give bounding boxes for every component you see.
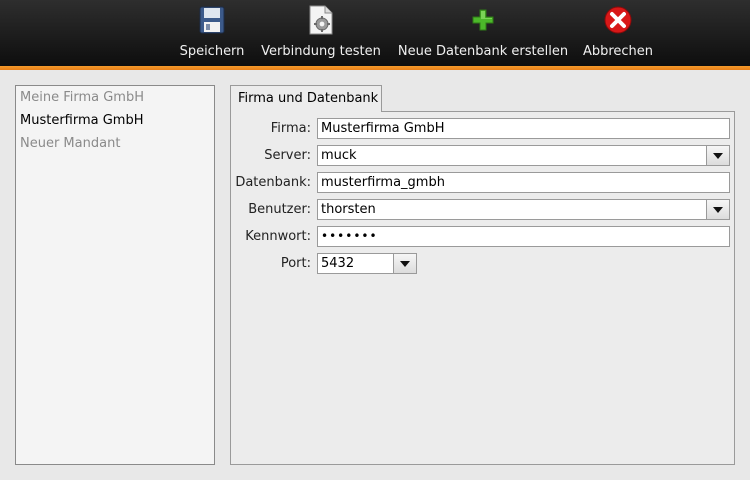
floppy-disk-icon bbox=[196, 4, 228, 36]
server-combo[interactable]: muck bbox=[317, 145, 730, 166]
datenbank-field[interactable]: musterfirma_gmbh bbox=[317, 172, 730, 193]
server-dropdown-button[interactable] bbox=[706, 146, 729, 165]
benutzer-row: Benutzer: thorsten bbox=[231, 199, 731, 220]
port-row: Port: 5432 bbox=[231, 253, 731, 274]
client-list[interactable]: Meine Firma GmbH Musterfirma GmbH Neuer … bbox=[15, 85, 215, 465]
test-connection-button[interactable]: Verbindung testen bbox=[258, 4, 384, 62]
benutzer-dropdown-button[interactable] bbox=[706, 200, 729, 219]
server-row: Server: muck bbox=[231, 145, 731, 166]
kennwort-row: Kennwort: ••••••• bbox=[231, 226, 731, 247]
chevron-down-icon bbox=[713, 152, 723, 159]
datenbank-row: Datenbank: musterfirma_gmbh bbox=[231, 172, 731, 193]
port-label: Port: bbox=[280, 256, 311, 271]
connection-gear-icon bbox=[305, 4, 337, 36]
cancel-label: Abbrechen bbox=[582, 44, 654, 59]
toolbar-accent-strip bbox=[0, 66, 750, 70]
server-label: Server: bbox=[264, 148, 311, 163]
datenbank-label: Datenbank: bbox=[235, 175, 311, 190]
tab-panel: Firma: Musterfirma GmbH Server: muck Dat… bbox=[230, 111, 735, 465]
list-item[interactable]: Neuer Mandant bbox=[16, 132, 214, 155]
list-item[interactable]: Meine Firma GmbH bbox=[16, 86, 214, 109]
test-connection-label: Verbindung testen bbox=[261, 44, 381, 59]
benutzer-label: Benutzer: bbox=[248, 202, 311, 217]
new-database-button[interactable]: Neue Datenbank erstellen bbox=[395, 4, 571, 62]
benutzer-value: thorsten bbox=[321, 202, 376, 217]
chevron-down-icon bbox=[713, 206, 723, 213]
chevron-down-icon bbox=[400, 260, 410, 267]
toolbar: Speichern Verbindung testen Neue Datenba bbox=[0, 0, 750, 66]
firma-label: Firma: bbox=[270, 121, 311, 136]
green-plus-icon bbox=[467, 4, 499, 36]
benutzer-combo[interactable]: thorsten bbox=[317, 199, 730, 220]
list-item[interactable]: Musterfirma GmbH bbox=[16, 109, 214, 132]
server-value: muck bbox=[321, 148, 357, 163]
port-value: 5432 bbox=[321, 256, 355, 271]
red-x-icon bbox=[602, 4, 634, 36]
kennwort-label: Kennwort: bbox=[245, 229, 311, 244]
new-database-label: Neue Datenbank erstellen bbox=[397, 44, 569, 59]
port-combo[interactable]: 5432 bbox=[317, 253, 417, 274]
save-label: Speichern bbox=[179, 44, 245, 59]
firma-row: Firma: Musterfirma GmbH bbox=[231, 118, 731, 139]
password-field[interactable]: ••••••• bbox=[317, 226, 730, 247]
cancel-button[interactable]: Abbrechen bbox=[579, 4, 657, 62]
firma-field[interactable]: Musterfirma GmbH bbox=[317, 118, 730, 139]
save-button[interactable]: Speichern bbox=[176, 4, 248, 62]
tab-company-database[interactable]: Firma und Datenbank bbox=[230, 85, 382, 112]
port-dropdown-button[interactable] bbox=[393, 254, 416, 273]
